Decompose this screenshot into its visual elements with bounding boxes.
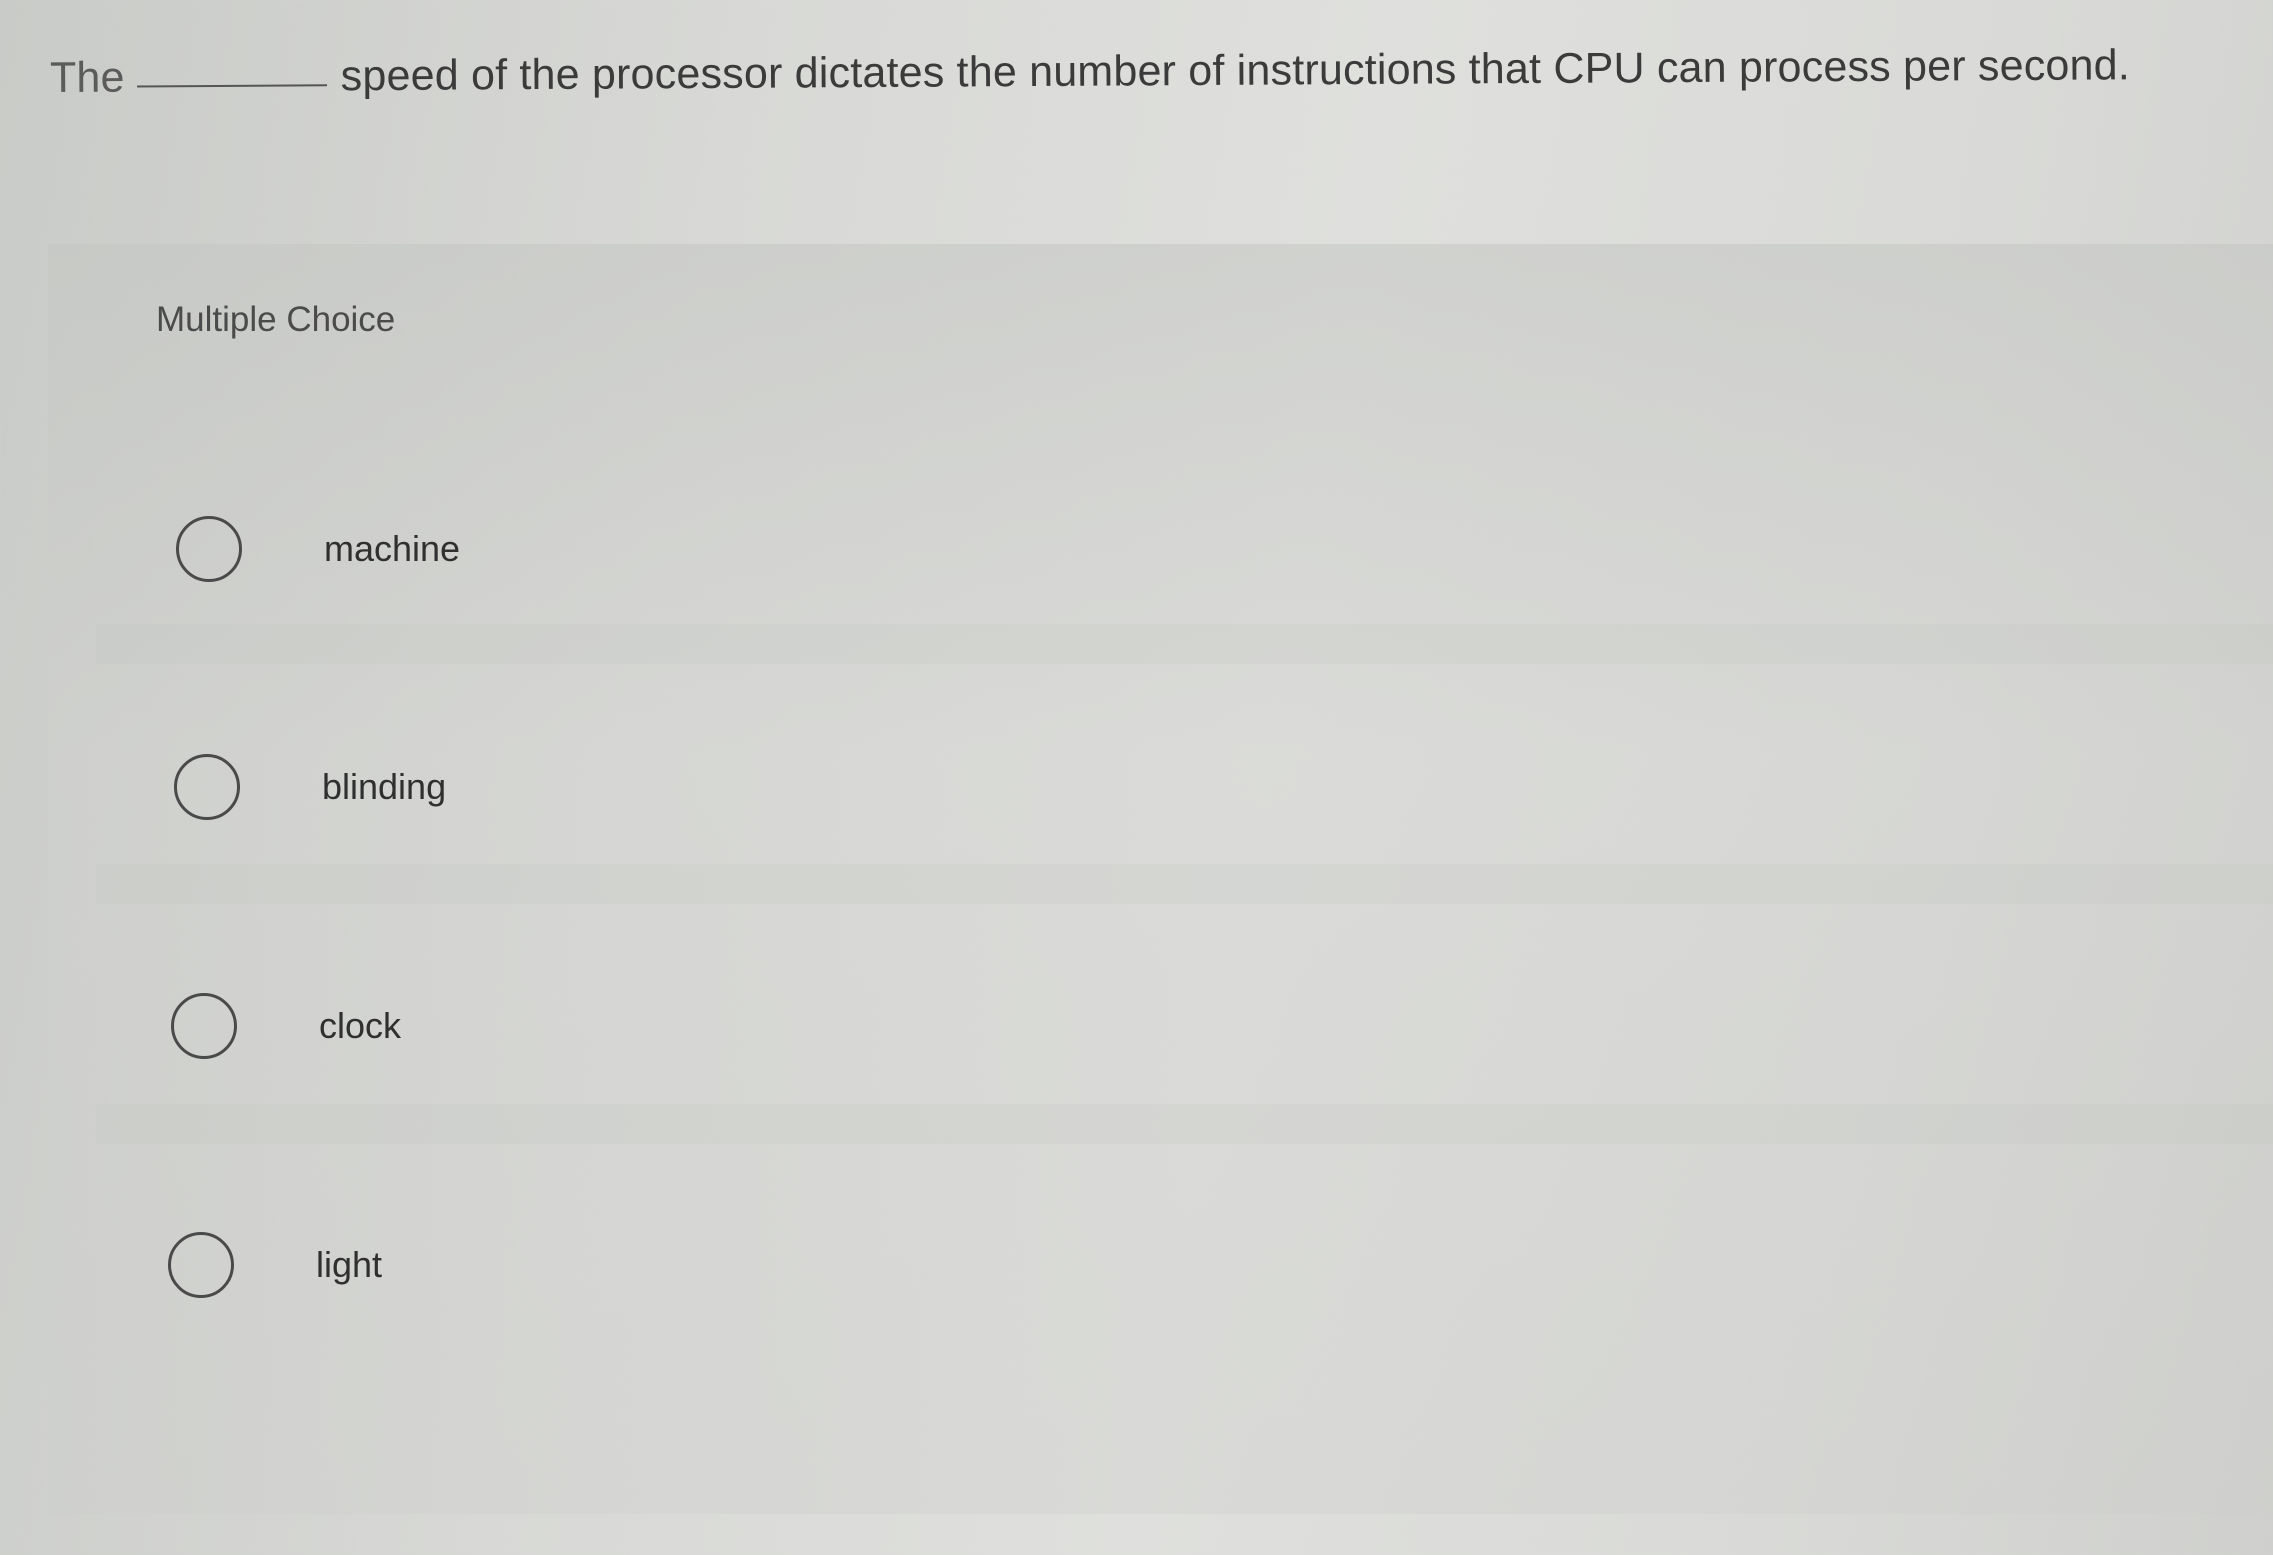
radio-button[interactable] [174, 754, 240, 820]
question-type-label: Multiple Choice [156, 300, 396, 339]
option-label[interactable]: machine [324, 528, 460, 570]
multiple-choice-panel: Multiple Choice machine blinding clock l… [48, 244, 2273, 1514]
background-band [96, 624, 2273, 664]
option-clock[interactable]: clock [171, 981, 401, 1071]
background-band [96, 1104, 2273, 1144]
option-machine[interactable]: machine [176, 504, 460, 594]
question-text: The speed of the processor dictates the n… [50, 41, 2130, 103]
option-label[interactable]: blinding [322, 766, 446, 808]
radio-button[interactable] [176, 516, 242, 582]
option-light[interactable]: light [168, 1220, 382, 1310]
option-label[interactable]: light [316, 1244, 382, 1286]
radio-button[interactable] [168, 1232, 234, 1298]
answer-blank [136, 84, 327, 88]
background-band [96, 864, 2273, 904]
question-prefix: The [49, 53, 125, 102]
option-blinding[interactable]: blinding [174, 742, 446, 832]
question-suffix: speed of the processor dictates the numb… [340, 41, 2131, 101]
radio-button[interactable] [171, 993, 237, 1059]
option-label[interactable]: clock [319, 1005, 401, 1047]
